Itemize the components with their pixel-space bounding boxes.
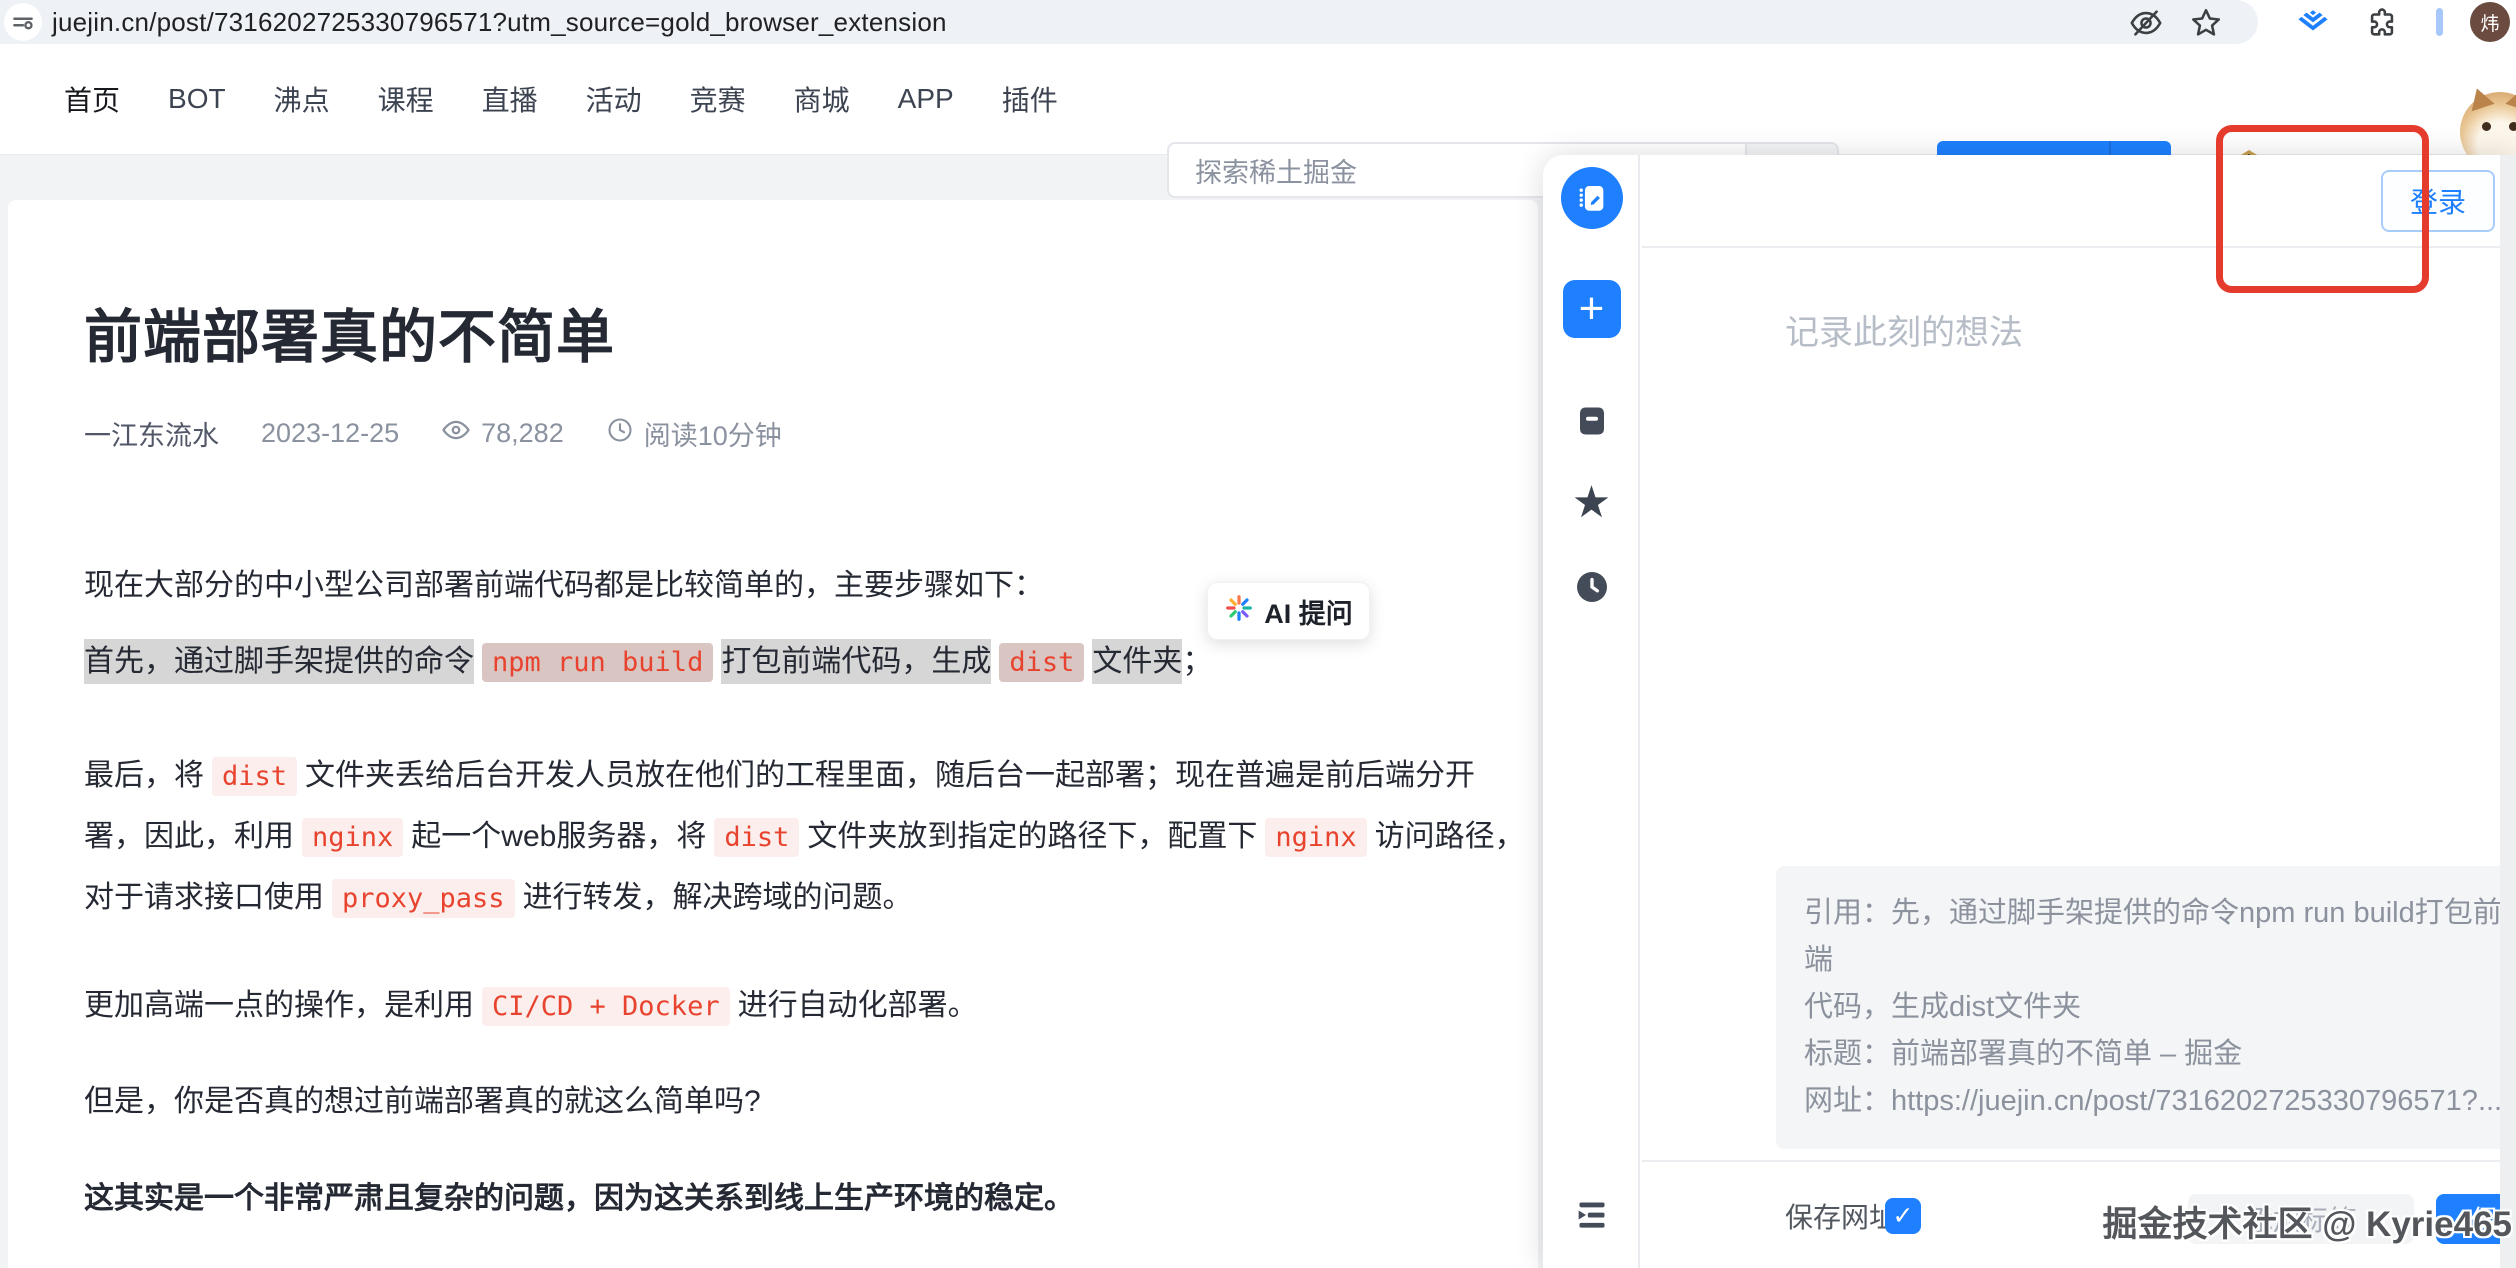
- ai-ask-label: AI 提问: [1264, 592, 1353, 631]
- read-clock-icon: [606, 416, 634, 451]
- quote-line-3: 标题：前端部署真的不简单 – 掘金: [1804, 1031, 2516, 1078]
- view-count-chip: 78,282: [441, 415, 564, 452]
- nav-menu: 首页 BOT 沸点 课程 直播 活动 竞赛 商城 APP 插件: [64, 44, 1058, 154]
- panel-main: 登录 × 记录此刻的想法 引用：先，通过脚手架提供的命令npm run buil…: [1642, 155, 2516, 1268]
- view-count: 78,282: [481, 418, 564, 449]
- site-nav: 首页 BOT 沸点 课程 直播 活动 竞赛 商城 APP 插件 探索稀土掘金 创…: [0, 44, 2516, 155]
- note-input[interactable]: 记录此刻的想法: [1785, 305, 2023, 354]
- site-info-icon[interactable]: [4, 3, 42, 41]
- quote-line-1: 引用：先，通过脚手架提供的命令npm run build打包前端: [1804, 890, 2516, 984]
- extension-logo-icon: [1543, 167, 1640, 229]
- new-note-button[interactable]: +: [1543, 280, 1640, 338]
- ai-sparkle-icon: [1224, 593, 1254, 630]
- nav-item-activity[interactable]: 活动: [586, 79, 642, 119]
- extensions-puzzle-icon[interactable]: [2364, 5, 2400, 41]
- article-title: 前端部署真的不简单: [84, 290, 615, 374]
- nav-item-course[interactable]: 课程: [378, 79, 434, 119]
- nav-item-shop[interactable]: 商城: [794, 79, 850, 119]
- panel-icon-strip: + ★: [1543, 155, 1640, 1268]
- favorites-star-icon[interactable]: ★: [1543, 481, 1640, 525]
- paragraph-3-line-1: 最后，将dist文件夹丢给后台开发人员放在他们的工程里面，随后台一起部署；现在普…: [84, 752, 1475, 801]
- screen: juejin.cn/post/7316202725330796571?utm_s…: [0, 0, 2516, 1268]
- avatar-detail: [2482, 122, 2491, 131]
- nav-item-pins[interactable]: 沸点: [274, 79, 330, 119]
- author-name[interactable]: 一江东流水: [84, 414, 219, 453]
- nav-item-home[interactable]: 首页: [64, 79, 120, 119]
- quote-line-4: 网址：https://juejin.cn/post/73162027253307…: [1804, 1078, 2516, 1125]
- paragraph-1: 现在大部分的中小型公司部署前端代码都是比较简单的，主要步骤如下：: [84, 562, 1044, 610]
- panel-scrollbar[interactable]: [2500, 155, 2516, 1268]
- extension-side-panel: + ★ 登录 × 记录此刻的想法 引用：先，通过脚手架提供的命令npm ru: [1543, 155, 2516, 1268]
- paragraph-6: 这其实是一个非常严肃且复杂的问题，因为这关系到线上生产环境的稳定。: [84, 1175, 1074, 1223]
- history-clock-icon[interactable]: [1543, 567, 1640, 607]
- ai-ask-button[interactable]: AI 提问: [1207, 582, 1370, 640]
- save-url-label: 保存网址: [1785, 1162, 1897, 1268]
- views-eye-icon: [441, 415, 471, 452]
- nav-item-plugin[interactable]: 插件: [1002, 79, 1058, 119]
- paragraph-4: 更加高端一点的操作，是利用CI/CD + Docker进行自动化部署。: [84, 982, 978, 1031]
- nav-item-contest[interactable]: 竞赛: [690, 79, 746, 119]
- url-text[interactable]: juejin.cn/post/7316202725330796571?utm_s…: [52, 0, 947, 44]
- paragraph-5: 但是，你是否真的想过前端部署真的就这么简单吗?: [84, 1078, 761, 1126]
- save-url-checkbox[interactable]: ✓: [1885, 1198, 1921, 1234]
- browser-toolbar: juejin.cn/post/7316202725330796571?utm_s…: [0, 0, 2516, 44]
- notes-icon[interactable]: [1543, 403, 1640, 439]
- article-meta: 一江东流水 2023-12-25 78,282 阅读10分钟: [84, 414, 782, 453]
- paragraph-3-line-2: 署，因此，利用nginx起一个web服务器，将dist文件夹放到指定的路径下，配…: [84, 813, 1525, 862]
- watermark: 掘金技术社区 @ Kyrie465: [2102, 1196, 2512, 1247]
- nav-item-bot[interactable]: BOT: [168, 83, 226, 115]
- paragraph-3-line-3: 对于请求接口使用proxy_pass进行转发，解决跨域的问题。: [84, 874, 913, 923]
- bookmark-star-icon[interactable]: [2188, 5, 2224, 41]
- nav-item-app[interactable]: APP: [898, 83, 954, 115]
- read-time: 阅读10分钟: [644, 414, 782, 453]
- quote-box: 引用：先，通过脚手架提供的命令npm run build打包前端 代码，生成di…: [1776, 866, 2516, 1149]
- eye-off-icon[interactable]: [2128, 5, 2164, 41]
- publish-date: 2023-12-25: [261, 418, 399, 449]
- juejin-extension-icon[interactable]: [2295, 5, 2331, 41]
- plus-icon: +: [1563, 280, 1621, 338]
- read-time-chip: 阅读10分钟: [606, 414, 782, 453]
- outline-indent-icon[interactable]: [1543, 1195, 1640, 1235]
- browser-profile-avatar[interactable]: 炜: [2470, 2, 2510, 42]
- side-panel-indicator: [2436, 8, 2443, 36]
- quote-line-2: 代码，生成dist文件夹: [1804, 984, 2516, 1031]
- paragraph-2-selected: 首先，通过脚手架提供的命令npm run build打包前端代码，生成dist文…: [84, 638, 1212, 687]
- annotation-red-rectangle: [2216, 125, 2429, 293]
- nav-item-live[interactable]: 直播: [482, 79, 538, 119]
